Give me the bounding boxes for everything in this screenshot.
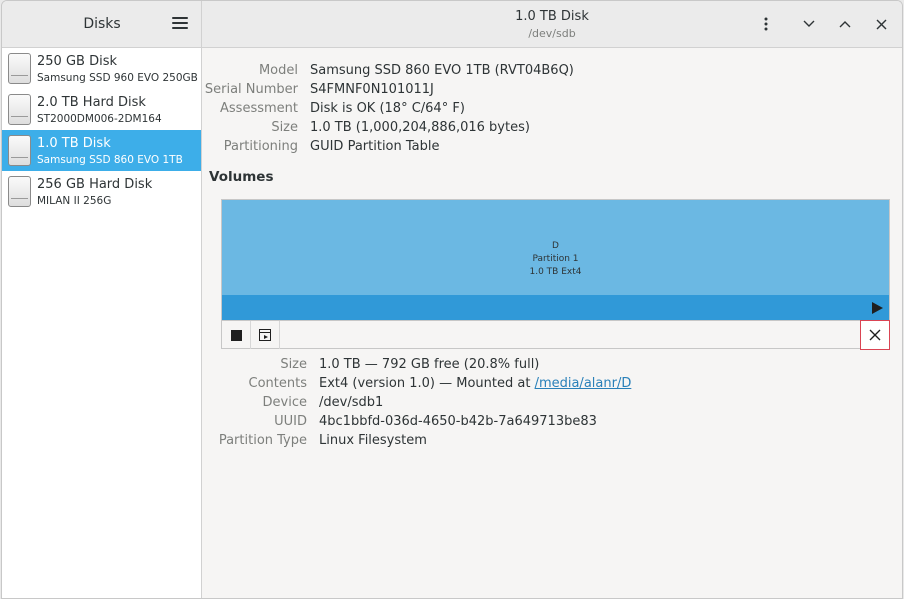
disk-item-2tb[interactable]: 2.0 TB Hard Disk ST2000DM006-2DM164 — [2, 89, 201, 130]
vol-size-row: Size 1.0 TB — 792 GB free (20.8% full) — [202, 357, 902, 376]
disk-bar — [222, 295, 889, 320]
stop-icon — [230, 329, 242, 341]
disk-item-256gb[interactable]: 256 GB Hard Disk MILAN II 256G — [2, 171, 201, 212]
vol-size-value: 1.0 TB — 792 GB free (20.8% full) — [319, 357, 540, 372]
minimize-icon[interactable] — [799, 14, 819, 34]
partitioning-row: Partitioning GUID Partition Table — [202, 139, 902, 158]
model-value: Samsung SSD 860 EVO 1TB (RVT04B6Q) — [310, 63, 574, 78]
serial-value: S4FMNF0N101011J — [310, 82, 434, 97]
contents-text: Ext4 (version 1.0) — Mounted at — [319, 376, 535, 391]
assessment-row: Assessment Disk is OK (18° C/64° F) — [202, 101, 902, 120]
size-row: Size 1.0 TB (1,000,204,886,016 bytes) — [202, 120, 902, 139]
unmount-button[interactable] — [222, 321, 251, 349]
volume-map: D Partition 1 1.0 TB Ext4 — [221, 199, 890, 350]
maximize-icon[interactable] — [835, 14, 855, 34]
volume-toolbar — [222, 320, 890, 350]
partition-size: 1.0 TB Ext4 — [529, 267, 582, 277]
disk-name: 250 GB Disk — [37, 54, 117, 69]
device-label: Device — [262, 395, 307, 410]
more-actions-button[interactable] — [251, 321, 280, 349]
drive-icon — [8, 53, 31, 84]
drive-icon — [8, 176, 31, 207]
partition-type-label: Partition Type — [218, 433, 307, 448]
disk-name: 256 GB Hard Disk — [37, 177, 153, 192]
disk-model: Samsung SSD 960 EVO 250GB — [37, 72, 198, 84]
serial-label: Serial Number — [204, 82, 298, 97]
play-icon[interactable] — [872, 302, 883, 314]
size-label: Size — [271, 120, 298, 135]
partition-type-value: Linux Filesystem — [319, 433, 427, 448]
disk-model: ST2000DM006-2DM164 — [37, 113, 162, 125]
hamburger-menu-icon[interactable] — [172, 17, 188, 31]
partition-name: D — [552, 241, 559, 251]
disk-details: Model Samsung SSD 860 EVO 1TB (RVT04B6Q)… — [202, 48, 902, 598]
contents-value: Ext4 (version 1.0) — Mounted at /media/a… — [319, 376, 631, 391]
assessment-label: Assessment — [220, 101, 298, 116]
partitioning-value: GUID Partition Table — [310, 139, 440, 154]
partition-label: Partition 1 — [532, 254, 579, 264]
sidebar-header: Disks — [2, 1, 202, 48]
contents-label: Contents — [248, 376, 307, 391]
delete-partition-button[interactable] — [860, 320, 890, 350]
window-title: 1.0 TB Disk — [515, 9, 589, 24]
partition-block[interactable]: D Partition 1 1.0 TB Ext4 — [222, 200, 889, 295]
uuid-value: 4bc1bbfd-036d-4650-b42b-7a649713be83 — [319, 414, 597, 429]
model-label: Model — [258, 63, 298, 78]
model-row: Model Samsung SSD 860 EVO 1TB (RVT04B6Q) — [202, 63, 902, 82]
drive-icon — [8, 94, 31, 125]
disk-name: 1.0 TB Disk — [37, 136, 111, 151]
window-subtitle: /dev/sdb — [528, 27, 576, 40]
contents-row: Contents Ext4 (version 1.0) — Mounted at… — [202, 376, 902, 395]
volumes-heading: Volumes — [209, 169, 274, 185]
close-icon[interactable] — [871, 14, 891, 34]
assessment-value: Disk is OK (18° C/64° F) — [310, 101, 465, 116]
disk-list: 250 GB Disk Samsung SSD 960 EVO 250GB 2.… — [2, 48, 202, 598]
partition-type-row: Partition Type Linux Filesystem — [202, 433, 902, 452]
window-play-icon — [259, 329, 271, 341]
drive-icon — [8, 135, 31, 166]
disk-item-1tb[interactable]: 1.0 TB Disk Samsung SSD 860 EVO 1TB — [2, 130, 201, 171]
disk-item-250gb[interactable]: 250 GB Disk Samsung SSD 960 EVO 250GB — [2, 48, 201, 89]
disks-window: Disks 1.0 TB Disk /dev/sdb 250 GB Disk S… — [1, 0, 903, 599]
device-row: Device /dev/sdb1 — [202, 395, 902, 414]
disk-model: MILAN II 256G — [37, 195, 112, 207]
x-icon — [869, 329, 881, 341]
serial-row: Serial Number S4FMNF0N101011J — [202, 82, 902, 101]
device-value: /dev/sdb1 — [319, 395, 384, 410]
uuid-row: UUID 4bc1bbfd-036d-4650-b42b-7a649713be8… — [202, 414, 902, 433]
partitioning-label: Partitioning — [223, 139, 298, 154]
vol-size-label: Size — [280, 357, 307, 372]
size-value: 1.0 TB (1,000,204,886,016 bytes) — [310, 120, 530, 135]
disk-name: 2.0 TB Hard Disk — [37, 95, 146, 110]
uuid-label: UUID — [274, 414, 307, 429]
mount-point-link[interactable]: /media/alanr/D — [535, 376, 632, 391]
main-header: 1.0 TB Disk /dev/sdb — [202, 1, 902, 48]
more-vertical-icon[interactable] — [756, 14, 776, 34]
disk-model: Samsung SSD 860 EVO 1TB — [37, 154, 183, 166]
